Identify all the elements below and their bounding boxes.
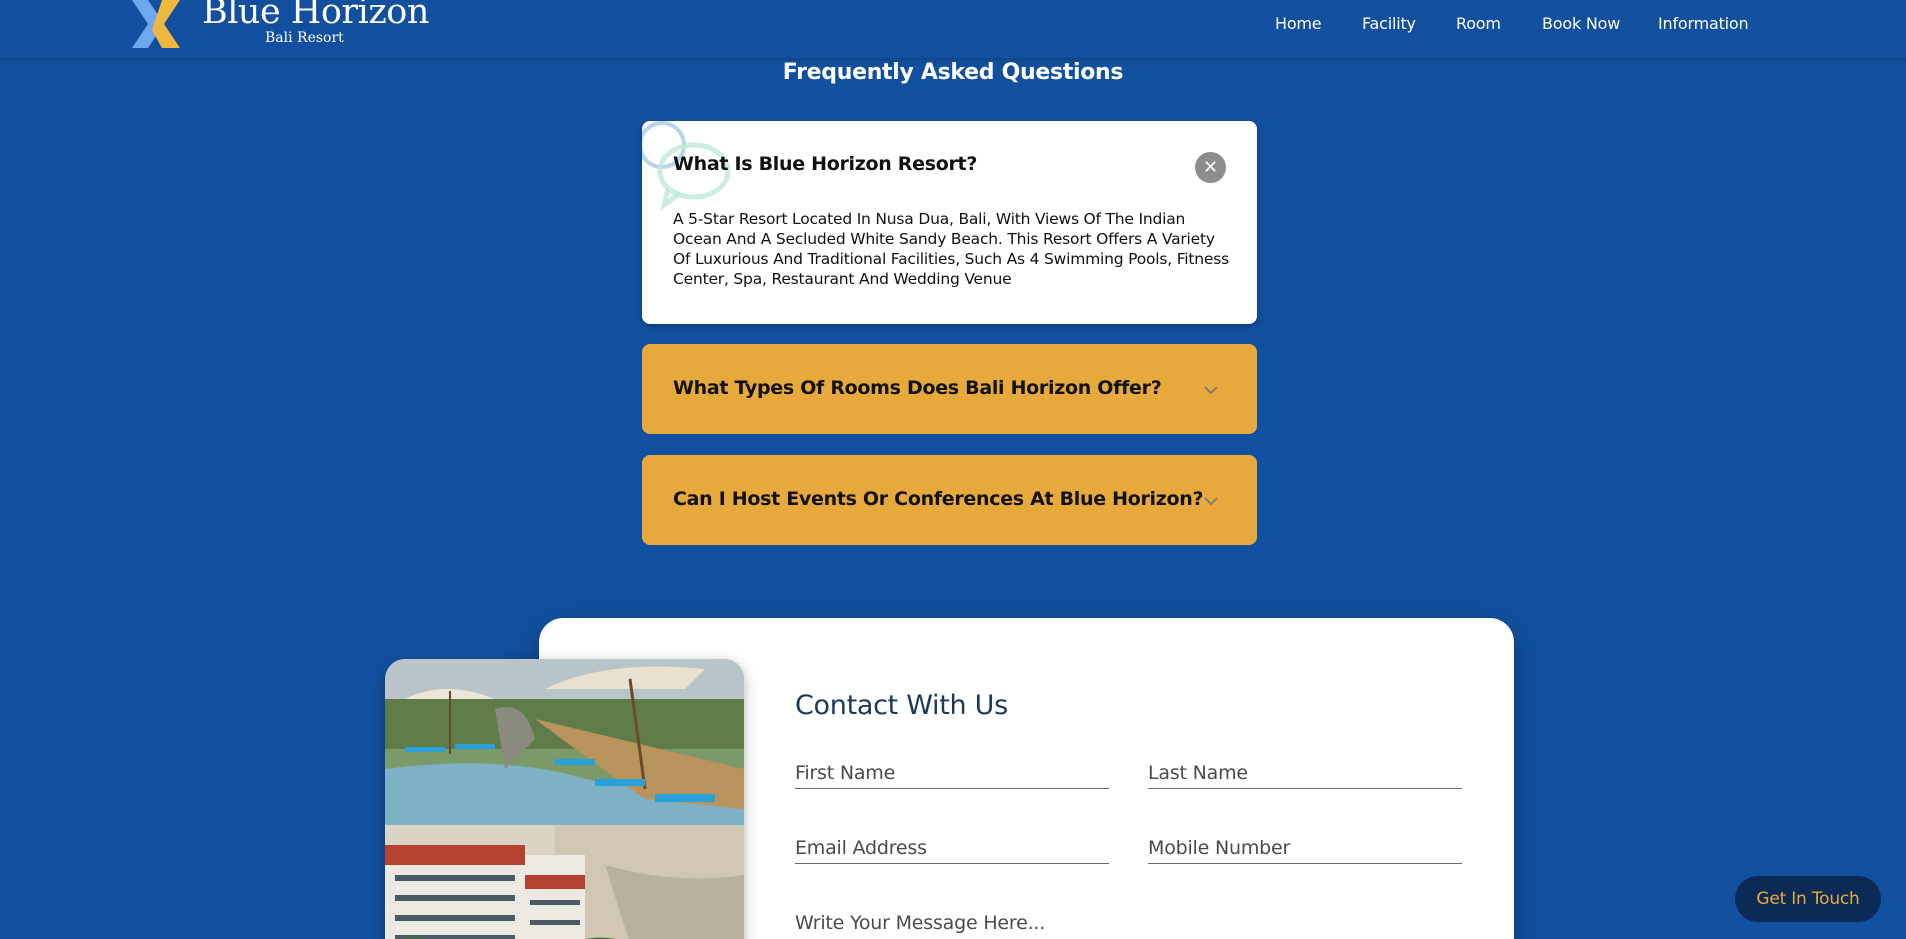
main-nav: Home Facility Room Book Now Information [0,14,1906,38]
nav-facility[interactable]: Facility [1362,14,1416,33]
faq-item[interactable]: Can I Host Events Or Conferences At Blue… [642,455,1257,545]
faq-answer: A 5-Star Resort Located In Nusa Dua, Bal… [673,210,1229,288]
contact-title: Contact With Us [795,690,1008,721]
chevron-down-icon[interactable] [1203,382,1219,398]
resort-photos [385,659,744,939]
faq-title: Frequently Asked Questions [782,60,1124,85]
nav-room[interactable]: Room [1456,14,1501,33]
last-name-field[interactable] [1148,757,1462,789]
message-field[interactable] [795,907,1462,939]
nav-home[interactable]: Home [1275,14,1322,33]
first-name-field[interactable] [795,757,1109,789]
faq-question[interactable]: What Types Of Rooms Does Bali Horizon Of… [673,377,1162,399]
mobile-field[interactable] [1148,832,1462,864]
nav-information[interactable]: Information [1658,14,1749,33]
faq-item[interactable]: What Types Of Rooms Does Bali Horizon Of… [642,344,1257,434]
faq-question[interactable]: Can I Host Events Or Conferences At Blue… [673,488,1204,510]
pool-photo [385,659,744,825]
email-field[interactable] [795,832,1109,864]
chevron-down-icon[interactable] [1203,493,1219,509]
faq-question[interactable]: What Is Blue Horizon Resort? [673,153,977,175]
faq-item-expanded: What Is Blue Horizon Resort? ✕ A 5-Star … [642,121,1257,324]
nav-book-now[interactable]: Book Now [1542,14,1620,33]
get-in-touch-button[interactable]: Get In Touch [1735,876,1881,922]
close-icon[interactable]: ✕ [1195,152,1226,183]
site-header: Blue Horizon Bali Resort Home Facility R… [0,0,1906,58]
hotel-photo [385,825,744,939]
